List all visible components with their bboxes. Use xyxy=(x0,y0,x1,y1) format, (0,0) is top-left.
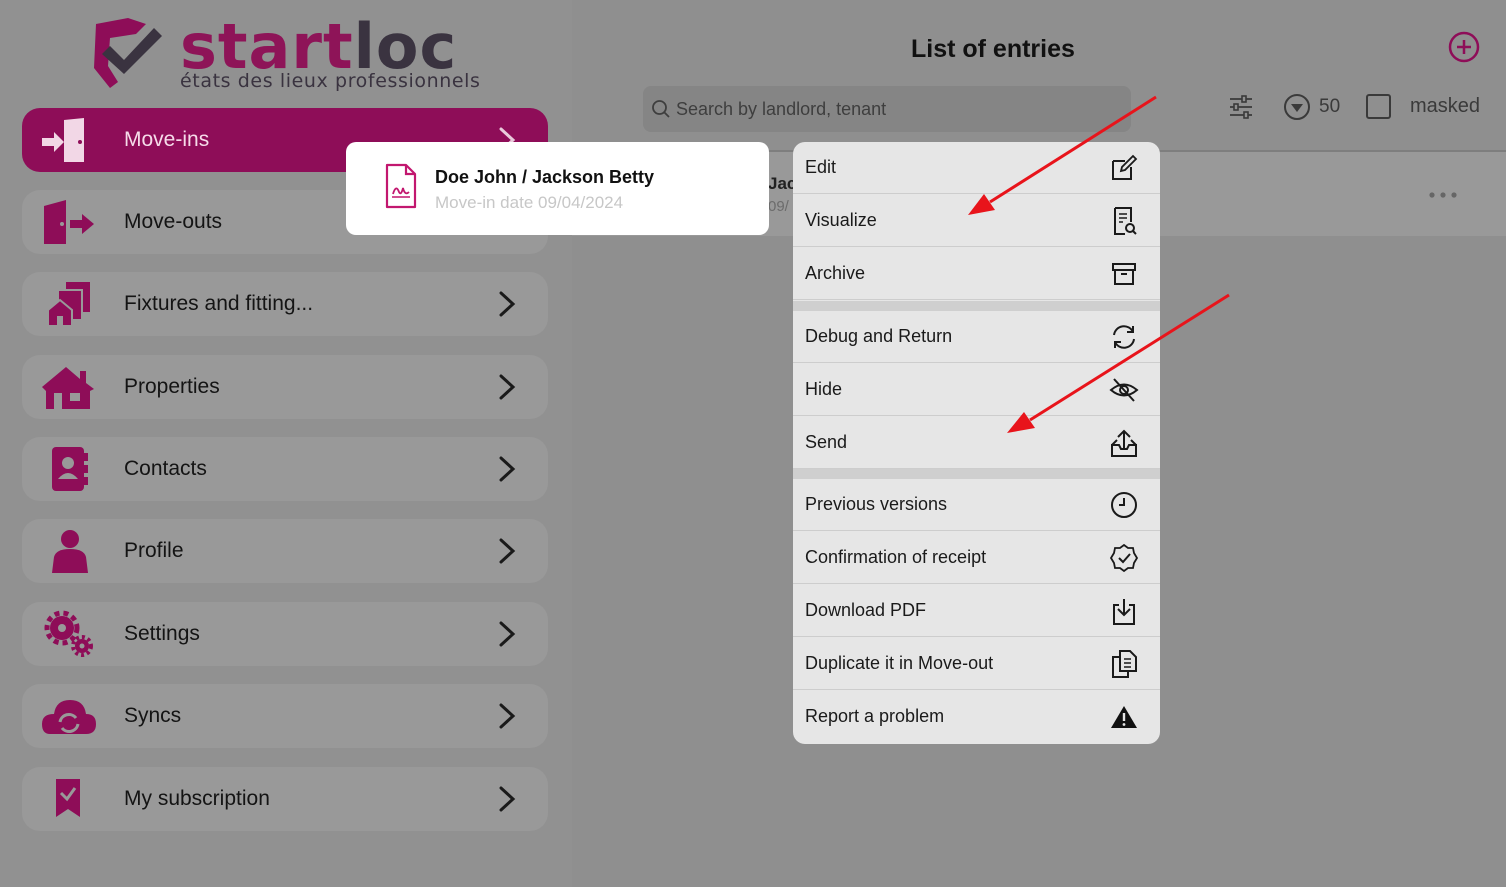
menu-item-debug-return[interactable]: Debug and Return xyxy=(793,311,1160,363)
menu-item-label: Send xyxy=(805,432,848,452)
download-icon xyxy=(1113,599,1135,625)
menu-item-label: Hide xyxy=(805,379,843,399)
document-search-icon xyxy=(1114,207,1137,235)
cloud-sync-icon xyxy=(42,700,96,734)
document-signature-icon xyxy=(385,163,417,209)
sidebar-item-label: Profile xyxy=(124,539,184,562)
contact-book-icon xyxy=(52,447,88,491)
sidebar-item-label: Contacts xyxy=(124,457,207,480)
sidebar-item-label: Syncs xyxy=(124,704,182,727)
sidebar-item-label: Fixtures and fitting... xyxy=(124,292,314,315)
menu-item-label: Edit xyxy=(805,157,837,177)
sidebar-item-label: Move-ins xyxy=(124,128,210,151)
chevron-right-icon xyxy=(499,621,516,647)
menu-item-edit[interactable]: Edit xyxy=(793,142,1160,194)
sidebar-item-label: Move-outs xyxy=(124,210,223,233)
bookmark-check-icon xyxy=(56,779,80,817)
startloc-logo: startloc états des lieux professionnels xyxy=(88,10,488,94)
filter-sliders-icon[interactable] xyxy=(1228,94,1254,120)
sidebar-item-subscription[interactable]: My subscription xyxy=(22,767,548,831)
menu-item-visualize[interactable]: Visualize xyxy=(793,195,1160,247)
person-icon xyxy=(52,530,88,573)
context-menu: Edit Visualize Archive Debug and Return … xyxy=(793,142,1160,744)
more-options-icon[interactable] xyxy=(1427,190,1459,200)
selected-entry-card[interactable]: Doe John / Jackson Betty Move-in date 09… xyxy=(346,142,769,235)
count-value[interactable]: 50 xyxy=(1319,96,1340,118)
menu-item-confirmation-receipt[interactable]: Confirmation of receipt xyxy=(793,532,1160,584)
menu-item-hide[interactable]: Hide xyxy=(793,364,1160,416)
chevron-right-icon xyxy=(499,456,516,482)
startloc-logo-icon xyxy=(94,18,162,88)
edit-icon xyxy=(1112,154,1138,180)
menu-separator xyxy=(793,469,1160,479)
chevron-right-icon xyxy=(499,786,516,812)
eye-off-icon xyxy=(1109,378,1139,402)
upload-tray-icon xyxy=(1111,429,1137,457)
sidebar-item-label: Settings xyxy=(124,622,200,645)
chevron-right-icon xyxy=(499,538,516,564)
menu-item-send[interactable]: Send xyxy=(793,417,1160,469)
sidebar-item-label: My subscription xyxy=(124,787,270,810)
sidebar-item-label: Properties xyxy=(124,375,220,398)
menu-item-label: Visualize xyxy=(805,210,877,230)
menu-item-label: Download PDF xyxy=(805,600,927,620)
menu-item-label: Archive xyxy=(805,263,866,283)
menu-item-label: Report a problem xyxy=(805,706,945,726)
menu-item-report-problem[interactable]: Report a problem xyxy=(793,691,1160,743)
sidebar: startloc états des lieux professionnels … xyxy=(0,0,572,887)
menu-item-label: Debug and Return xyxy=(805,326,953,346)
search-input[interactable] xyxy=(676,86,1116,132)
door-in-icon xyxy=(42,118,84,162)
list-item-date: 09/ xyxy=(768,198,789,215)
page-title: List of entries xyxy=(911,35,1075,63)
menu-item-archive[interactable]: Archive xyxy=(793,248,1160,300)
masked-label: masked xyxy=(1410,95,1481,117)
sidebar-item-settings[interactable]: Settings xyxy=(22,602,548,666)
masked-checkbox[interactable] xyxy=(1366,94,1391,119)
menu-item-label: Confirmation of receipt xyxy=(805,547,987,567)
menu-item-duplicate-move-out[interactable]: Duplicate it in Move-out xyxy=(793,638,1160,690)
entry-names: Doe John / Jackson Betty xyxy=(435,167,655,187)
menu-item-label: Previous versions xyxy=(805,494,948,514)
sidebar-item-properties[interactable]: Properties xyxy=(22,355,548,419)
chevron-right-icon xyxy=(499,291,516,317)
gears-icon xyxy=(44,610,93,657)
chevron-right-icon xyxy=(499,374,516,400)
door-out-icon xyxy=(44,200,94,244)
logo-tagline: états des lieux professionnels xyxy=(180,70,481,92)
warning-icon xyxy=(1111,706,1137,728)
copy-icon xyxy=(1112,650,1137,678)
add-entry-button[interactable] xyxy=(1448,31,1480,63)
refresh-icon xyxy=(1113,325,1135,349)
menu-item-download-pdf[interactable]: Download PDF xyxy=(793,585,1160,637)
building-stack-icon xyxy=(47,282,90,327)
menu-item-label: Duplicate it in Move-out xyxy=(805,653,994,673)
count-dropdown-icon[interactable] xyxy=(1283,93,1311,121)
house-icon xyxy=(42,367,94,409)
sidebar-item-syncs[interactable]: Syncs xyxy=(22,684,548,748)
search-bar[interactable] xyxy=(643,86,1131,132)
chevron-right-icon xyxy=(499,703,516,729)
menu-item-previous-versions[interactable]: Previous versions xyxy=(793,479,1160,531)
badge-check-icon xyxy=(1109,543,1139,573)
sidebar-item-fixtures[interactable]: Fixtures and fitting... xyxy=(22,272,548,336)
entry-date: Move-in date 09/04/2024 xyxy=(435,193,624,212)
clock-icon xyxy=(1111,492,1137,518)
archive-icon xyxy=(1112,263,1136,285)
search-icon xyxy=(652,100,670,118)
sidebar-item-contacts[interactable]: Contacts xyxy=(22,437,548,501)
sidebar-item-profile[interactable]: Profile xyxy=(22,519,548,583)
menu-separator xyxy=(793,301,1160,311)
